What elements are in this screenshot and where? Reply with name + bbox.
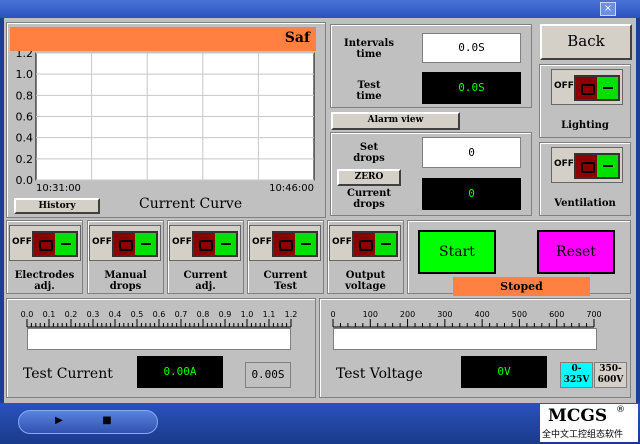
x-tick-label: 10:46:00	[269, 183, 314, 193]
scale-label: 600	[549, 310, 564, 319]
ventilation-label: Ventilation	[554, 198, 616, 209]
y-tick-label: 0.0	[16, 174, 34, 187]
range-low-button[interactable]: 0- 325V	[560, 362, 593, 388]
test-voltage-label: Test Voltage	[336, 366, 423, 382]
current-time-display: 0.00S	[245, 362, 291, 388]
zero-button[interactable]: ZERO	[337, 169, 401, 186]
chart-label: Current Curve	[139, 196, 243, 212]
test-time-display: 0.0S	[422, 72, 521, 104]
scale-label: 0.1	[43, 310, 56, 319]
scale-label: 0.4	[109, 310, 122, 319]
scale-label: 1.0	[241, 310, 254, 319]
close-icon: ×	[603, 3, 613, 14]
chart-header-text: Saf	[284, 30, 310, 46]
scale-label: 1.2	[285, 310, 298, 319]
voltage-bar	[333, 328, 597, 350]
reset-button[interactable]: Reset	[537, 230, 615, 274]
mcgs-logo: MCGS	[548, 406, 608, 426]
voltage-scale: 0 100 200 300 400 500 600 700	[330, 310, 602, 328]
scale-label: 0.0	[21, 310, 34, 319]
scale-label: 0.5	[131, 310, 144, 319]
y-tick-label: 0.4	[16, 132, 34, 145]
range-high-button[interactable]: 350- 600V	[594, 362, 627, 388]
scale-label: 0.7	[175, 310, 188, 319]
scale-label: 0.8	[197, 310, 210, 319]
scale-label: 700	[586, 310, 601, 319]
y-tick-label: 1.2	[16, 51, 34, 60]
stop-icon[interactable]: ■	[100, 414, 114, 428]
current-test-label: Current Test	[263, 270, 308, 292]
manual-drops-label: Manual drops	[104, 270, 147, 292]
electrodes-label: Electrodes adj.	[14, 270, 75, 292]
scale-label: 400	[475, 310, 490, 319]
lighting-label: Lighting	[561, 120, 609, 131]
y-tick-label: 1.0	[16, 68, 34, 81]
start-button[interactable]: Start	[418, 230, 496, 274]
scale-label: 100	[363, 310, 378, 319]
scale-label: 0	[330, 310, 335, 319]
test-time-label: Test time	[356, 80, 382, 102]
history-button[interactable]: History	[14, 198, 100, 214]
current-bar	[27, 328, 291, 350]
ventilation-toggle[interactable]: OFF	[551, 147, 623, 183]
set-drops-input[interactable]: 0	[422, 137, 521, 168]
logo-box: MCGS ® 全中文工控组态软件	[540, 404, 638, 442]
test-current-label: Test Current	[23, 366, 113, 382]
scale-label: 0.9	[219, 310, 232, 319]
logo-subtitle: 全中文工控组态软件	[542, 430, 624, 440]
current-adj-toggle[interactable]: OFF	[169, 225, 241, 261]
current-drops-label: Current drops	[346, 188, 392, 210]
scale-label: 300	[437, 310, 452, 319]
scale-label: 500	[512, 310, 527, 319]
manual-drops-toggle[interactable]: OFF	[89, 225, 161, 261]
intervals-time-display: 0.0S	[422, 33, 521, 63]
test-current-display: 0.00A	[137, 356, 223, 388]
close-button[interactable]: ×	[600, 2, 616, 16]
scale-label: 0.3	[87, 310, 100, 319]
back-button[interactable]: Back	[540, 24, 632, 60]
scale-label: 200	[400, 310, 415, 319]
test-voltage-display: 0V	[461, 356, 547, 388]
y-tick-label: 0.8	[16, 89, 34, 102]
window-titlebar	[0, 0, 640, 18]
alarm-view-button[interactable]: Alarm view	[331, 112, 460, 130]
current-test-toggle[interactable]: OFF	[249, 225, 321, 261]
chart-header-bar: Saf	[10, 27, 316, 51]
scale-label: 0.2	[65, 310, 78, 319]
media-controls	[18, 410, 158, 434]
current-curve-chart: 0.0 0.2 0.4 0.6 0.8 1.0 1.2 10:31:00 10:46:00	[16, 51, 315, 193]
electrodes-toggle[interactable]: OFF	[9, 225, 81, 261]
set-drops-label: Set drops	[353, 142, 385, 164]
current-scale: 0.0 0.1 0.2 0.3 0.4 0.5 0.6 0.7 0.8 0.9 1.0 1.1 1.2	[21, 310, 298, 328]
current-adj-label: Current adj.	[183, 270, 228, 292]
registered-mark: ®	[616, 405, 625, 415]
output-voltage-toggle[interactable]: OFF	[329, 225, 401, 261]
intervals-time-label: Intervals time	[344, 38, 394, 60]
scale-label: 0.6	[153, 310, 166, 319]
scale-label: 1.1	[263, 310, 276, 319]
lighting-toggle[interactable]: OFF	[551, 69, 623, 105]
x-tick-label: 10:31:00	[36, 183, 81, 193]
status-indicator: Stoped	[453, 277, 590, 296]
output-voltage-label: Output voltage	[345, 270, 386, 292]
y-tick-label: 0.6	[16, 111, 34, 124]
y-tick-label: 0.2	[16, 153, 34, 166]
play-icon[interactable]: ▶	[52, 414, 66, 428]
current-drops-display: 0	[422, 178, 521, 210]
